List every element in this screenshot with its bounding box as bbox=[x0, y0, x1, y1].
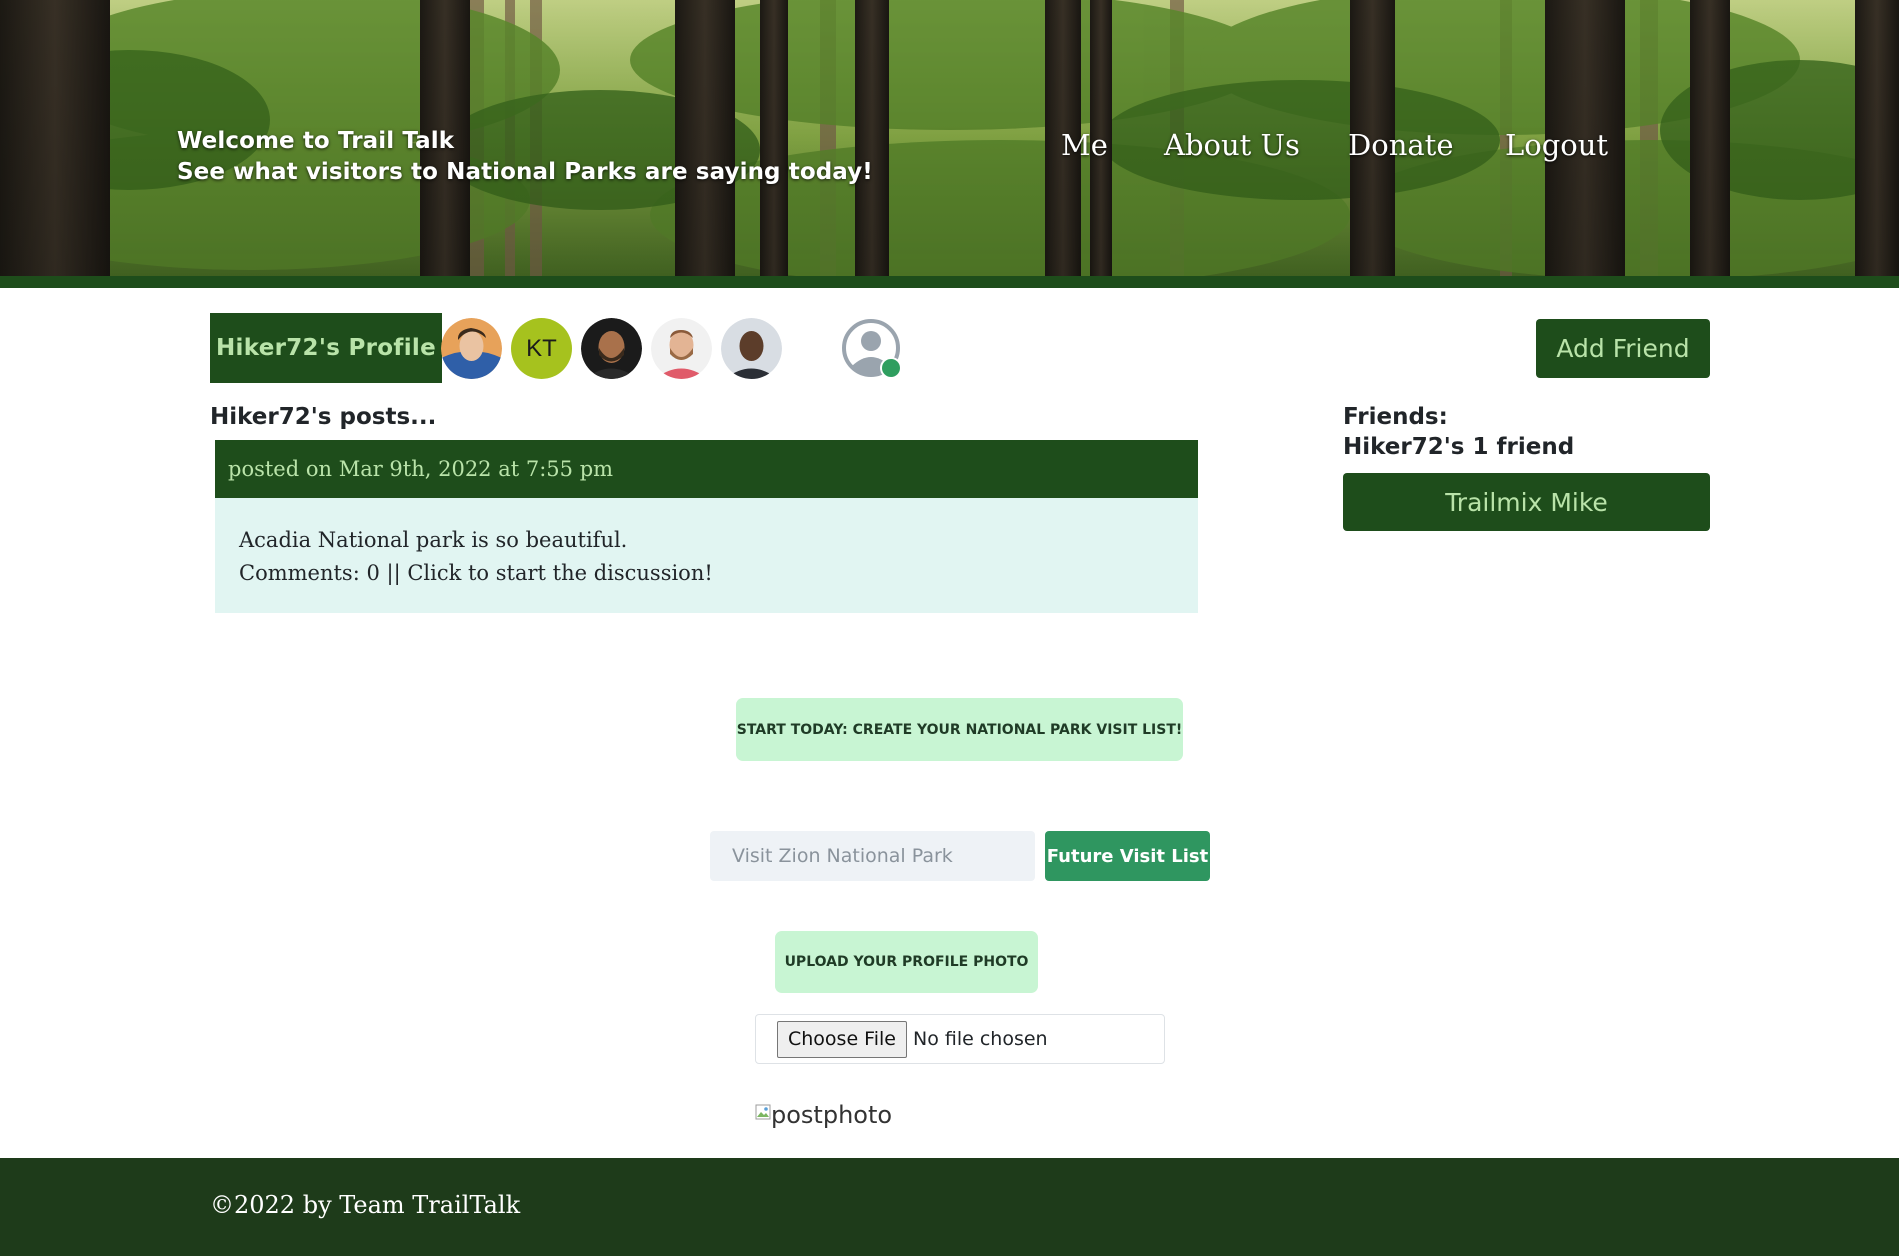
add-friend-button[interactable]: Add Friend bbox=[1536, 319, 1710, 378]
file-input[interactable]: Choose File No file chosen bbox=[755, 1014, 1165, 1064]
nav-link-logout[interactable]: Logout bbox=[1505, 128, 1608, 162]
friend-avatar[interactable] bbox=[651, 318, 712, 379]
broken-image-icon bbox=[755, 1104, 771, 1120]
footer: ©2022 by Team TrailTalk bbox=[0, 1158, 1899, 1256]
person-photo-icon bbox=[721, 318, 782, 379]
online-status-icon bbox=[882, 359, 900, 377]
person-photo-icon bbox=[441, 318, 502, 379]
profile-title: Hiker72's Profile bbox=[210, 313, 442, 383]
friend-avatar-initials[interactable]: KT bbox=[511, 318, 572, 379]
friend-avatar[interactable] bbox=[581, 318, 642, 379]
upload-photo-badge: UPLOAD YOUR PROFILE PHOTO bbox=[775, 931, 1038, 993]
welcome-title: Welcome to Trail Talk bbox=[177, 128, 455, 154]
footer-copyright: ©2022 by Team TrailTalk bbox=[210, 1191, 521, 1219]
header-divider bbox=[0, 276, 1899, 288]
friends-label: Friends: bbox=[1343, 404, 1448, 430]
file-status: No file chosen bbox=[912, 1028, 1048, 1050]
friend-avatar[interactable] bbox=[441, 318, 502, 379]
post-photo: postphoto bbox=[755, 1102, 892, 1128]
nav-link-donate[interactable]: Donate bbox=[1348, 128, 1454, 162]
post-body: Acadia National park is so beautiful. Co… bbox=[215, 498, 1198, 613]
friends-count: Hiker72's 1 friend bbox=[1343, 434, 1575, 460]
post-photo-alt-text: postphoto bbox=[771, 1101, 893, 1129]
future-visit-list-button[interactable]: Future Visit List bbox=[1045, 831, 1210, 881]
welcome-subtitle: See what visitors to National Parks are … bbox=[177, 159, 873, 185]
user-circle-icon bbox=[842, 319, 902, 379]
nav-link-me[interactable]: Me bbox=[1061, 128, 1108, 162]
post-card: posted on Mar 9th, 2022 at 7:55 pm Acadi… bbox=[215, 440, 1198, 613]
choose-file-button[interactable]: Choose File bbox=[777, 1020, 907, 1058]
friend-button[interactable]: Trailmix Mike bbox=[1343, 473, 1710, 531]
hero-header: Welcome to Trail Talk See what visitors … bbox=[0, 0, 1899, 276]
nav-link-about-us[interactable]: About Us bbox=[1164, 128, 1300, 162]
posts-heading: Hiker72's posts... bbox=[210, 404, 437, 430]
person-photo-icon bbox=[581, 318, 642, 379]
person-photo-icon bbox=[651, 318, 712, 379]
friend-avatar[interactable] bbox=[721, 318, 782, 379]
welcome-text: Welcome to Trail Talk See what visitors … bbox=[177, 126, 873, 188]
post-comments-link[interactable]: Comments: 0 || Click to start the discus… bbox=[239, 557, 1174, 590]
post-text: Acadia National park is so beautiful. bbox=[239, 528, 628, 552]
visit-list-badge: START TODAY: CREATE YOUR NATIONAL PARK V… bbox=[736, 698, 1183, 761]
post-meta: posted on Mar 9th, 2022 at 7:55 pm bbox=[215, 440, 1198, 498]
visit-input[interactable] bbox=[710, 831, 1035, 881]
